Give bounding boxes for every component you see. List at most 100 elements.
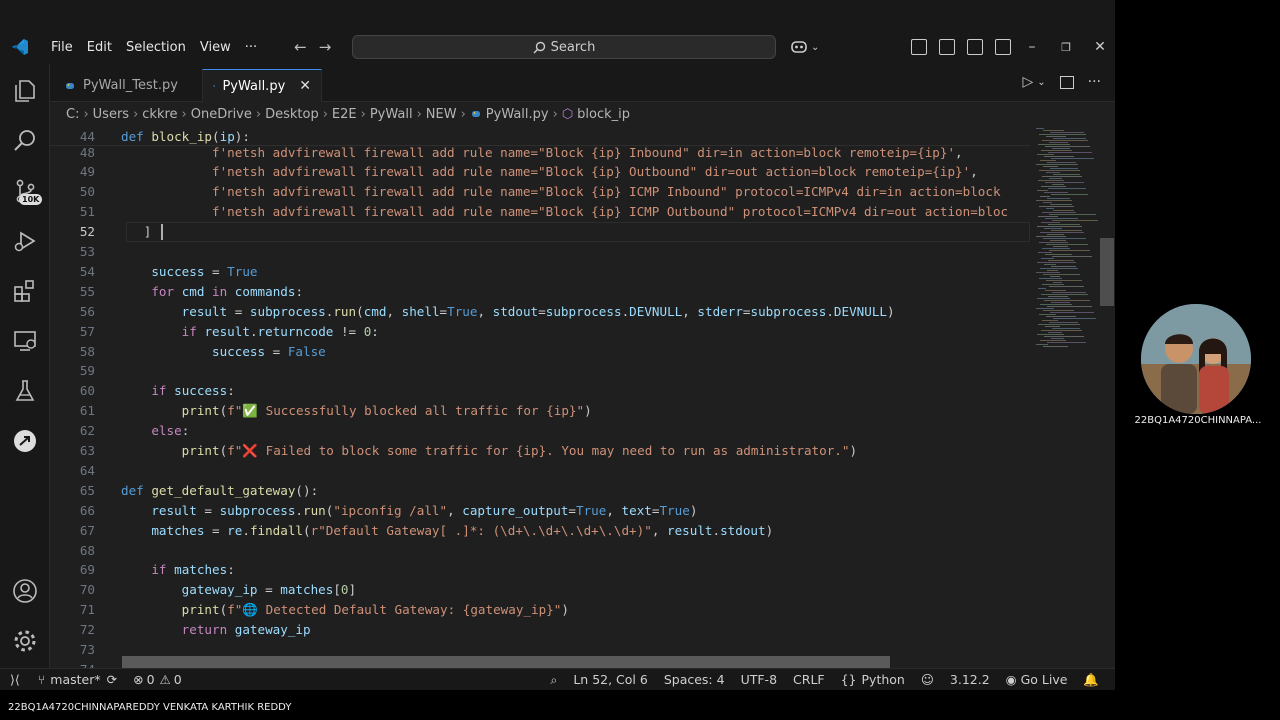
command-center-search[interactable]: Search (352, 35, 776, 59)
line-number: 72 (79, 622, 95, 638)
python-interpreter[interactable]: 3.12.2 (942, 672, 998, 687)
menu-more[interactable]: ··· (238, 40, 264, 55)
menu-file[interactable]: File (44, 40, 80, 55)
chevron-down-icon[interactable]: ⌄ (1037, 77, 1045, 88)
live-share-icon[interactable] (10, 426, 40, 456)
code-line: 50 f'netsh advfirewall firewall add rule… (50, 182, 1030, 202)
menu-selection[interactable]: Selection (119, 40, 193, 55)
language-label: Python (861, 672, 905, 687)
testing-icon[interactable] (10, 376, 40, 406)
copilot-icon (791, 41, 807, 53)
symbol-method-icon: ⬡ (561, 106, 574, 122)
chevron-right-icon: › (322, 106, 328, 122)
code-line: 65 def get_default_gateway(): (50, 480, 1030, 500)
run-debug-icon[interactable] (10, 226, 40, 256)
line-number: 44 (79, 128, 95, 144)
toggle-secondary-sidebar-icon[interactable] (995, 39, 1011, 55)
run-python-file-icon[interactable]: ▷ (1022, 74, 1033, 90)
problems-indicator[interactable]: ⊗ 0 ⚠ 0 (125, 672, 190, 687)
chevron-right-icon: › (360, 106, 366, 122)
breadcrumb-symbol[interactable]: block_ip (577, 107, 630, 122)
language-mode[interactable]: {} Python (833, 672, 913, 687)
zoom-icon[interactable]: ⌕ (542, 672, 565, 688)
code-editor[interactable]: 48 f'netsh advfirewall firewall add rule… (50, 126, 1115, 668)
cursor-position[interactable]: Ln 52, Col 6 (565, 672, 656, 687)
code-line: 59 (50, 361, 1030, 381)
more-actions-icon[interactable]: ··· (1088, 74, 1101, 90)
branch-icon: ⑂ (37, 672, 46, 687)
tab-pywall[interactable]: PyWall.py ✕ (202, 69, 322, 102)
line-number: 54 (79, 263, 95, 279)
extensions-icon[interactable] (10, 276, 40, 306)
copilot-menu[interactable]: ⌄ (790, 30, 819, 64)
toggle-panel-icon[interactable] (967, 39, 983, 55)
menu-edit[interactable]: Edit (80, 40, 119, 55)
end-of-line[interactable]: CRLF (785, 672, 833, 687)
go-live-button[interactable]: ◉ Go Live (998, 672, 1076, 687)
line-number: 69 (79, 562, 95, 578)
code-text: def block_ip(ip): (121, 128, 250, 144)
current-line-highlight (126, 222, 1030, 242)
text-cursor (161, 224, 163, 240)
breadcrumb: C: › Users › ckkre › OneDrive › Desktop › E2E… (50, 102, 1115, 126)
minimize-icon[interactable]: – (1015, 39, 1049, 55)
tab-pywall-test[interactable]: PyWall_Test.py (54, 69, 200, 102)
breadcrumb-item[interactable]: Desktop (265, 107, 319, 122)
warning-icon: ⚠ (159, 672, 171, 687)
python-file-icon (66, 82, 74, 89)
manage-gear-icon[interactable] (10, 626, 40, 656)
breadcrumb-item[interactable]: E2E (332, 107, 357, 122)
line-number: 63 (79, 443, 95, 458)
vertical-scrollbar[interactable] (1100, 238, 1114, 306)
code-line: 64 (50, 460, 1030, 480)
accounts-icon[interactable] (10, 576, 40, 606)
code-line: 54 success = True (50, 261, 1030, 281)
code-line: 66 result = subprocess.run("ipconfig /al… (50, 500, 1030, 520)
breadcrumb-item[interactable]: ckkre (142, 107, 177, 122)
code-text: f'netsh advfirewall firewall add rule na… (212, 164, 978, 180)
line-number: 62 (79, 423, 95, 439)
search-label: Search (550, 39, 596, 55)
indentation[interactable]: Spaces: 4 (656, 672, 733, 687)
horizontal-scrollbar[interactable] (122, 656, 890, 668)
explorer-icon[interactable] (10, 76, 40, 106)
split-editor-icon[interactable] (1059, 75, 1074, 89)
line-number: 60 (79, 383, 95, 399)
breadcrumb-file[interactable]: PyWall.py (486, 107, 549, 122)
python-file-icon (471, 111, 480, 117)
vscode-logo-icon (12, 39, 28, 55)
toggle-primary-sidebar-icon[interactable] (939, 39, 955, 55)
encoding[interactable]: UTF-8 (733, 672, 785, 687)
sticky-scroll-header[interactable]: 44 def block_ip(ip): (50, 126, 1030, 146)
code-text: success = False (212, 343, 326, 359)
warning-count: 0 (173, 672, 182, 687)
breadcrumb-item[interactable]: NEW (426, 107, 457, 122)
search-view-icon[interactable] (10, 126, 40, 156)
forward-arrow-icon[interactable]: → (319, 38, 332, 56)
close-icon[interactable]: ✕ (299, 78, 311, 94)
branch-indicator[interactable]: ⑂ master* ⟳ (30, 672, 125, 687)
broadcast-icon: ◉ (1005, 672, 1017, 687)
back-arrow-icon[interactable]: ← (294, 38, 307, 56)
code-text: print(f"🌐 Detected Default Gateway: {gat… (181, 601, 569, 617)
minimap[interactable] (1032, 126, 1104, 668)
code-line: 57 if result.returncode != 0: (50, 321, 1030, 341)
chevron-right-icon: › (460, 106, 466, 122)
go-live-label: Go Live (1020, 672, 1068, 687)
editor-tabs: PyWall_Test.py PyWall.py ✕ ▷ ⌄ ··· (50, 64, 1115, 102)
breadcrumb-item[interactable]: PyWall (370, 107, 413, 122)
chevron-right-icon: › (255, 106, 262, 122)
notifications-bell-icon[interactable]: 🔔 (1075, 672, 1115, 688)
breadcrumb-item[interactable]: OneDrive (191, 107, 252, 122)
menu-view[interactable]: View (193, 40, 238, 55)
code-line: 60 if success: (50, 381, 1030, 401)
copilot-status-icon[interactable]: ☺ (913, 672, 942, 687)
remote-indicator-icon[interactable]: ⟩⟨ (0, 672, 30, 687)
breadcrumb-item[interactable]: Users (93, 107, 129, 122)
breadcrumb-item[interactable]: C: (66, 107, 79, 122)
customize-layout-icon[interactable] (911, 39, 927, 55)
restore-icon[interactable]: ❐ (1049, 41, 1083, 54)
remote-explorer-icon[interactable] (10, 326, 40, 356)
close-window-icon[interactable]: ✕ (1083, 39, 1115, 55)
error-count: 0 (146, 672, 155, 687)
